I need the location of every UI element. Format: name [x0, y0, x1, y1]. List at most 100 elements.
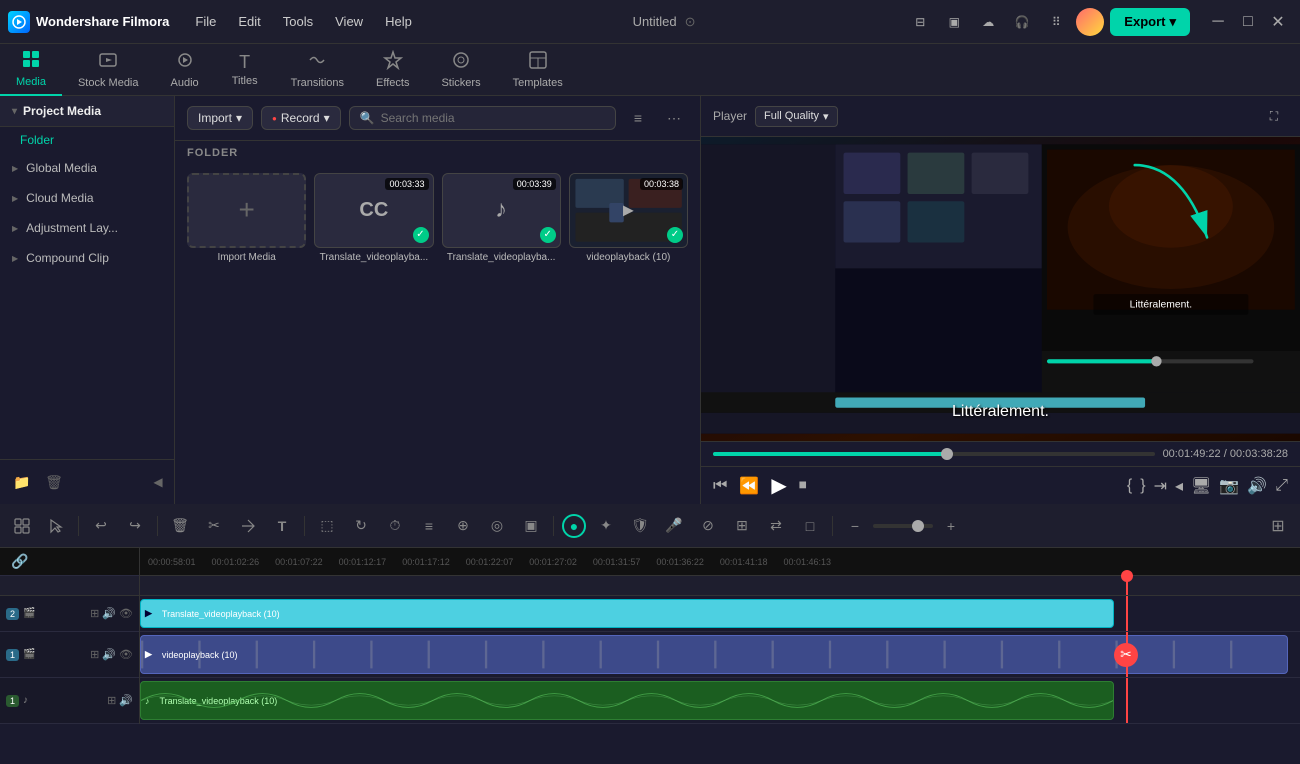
rewind-button[interactable]: ⏮: [713, 477, 727, 495]
tl-effects-icon[interactable]: ✦: [592, 512, 620, 540]
tl-mic-icon[interactable]: 🎤: [660, 512, 688, 540]
maximize-button[interactable]: □: [1234, 8, 1262, 36]
tl-grid-icon[interactable]: [8, 512, 36, 540]
tab-stickers[interactable]: Stickers: [425, 44, 496, 96]
track-eye-icon-2[interactable]: 👁: [119, 607, 133, 620]
sidebar-item-cloud-media[interactable]: ▶ Cloud Media: [0, 183, 174, 213]
sidebar-folder[interactable]: Folder: [0, 127, 174, 153]
tl-swap-icon[interactable]: ⇄: [762, 512, 790, 540]
tl-speed-icon[interactable]: ⏱: [381, 512, 409, 540]
cloud-icon[interactable]: ☁: [974, 8, 1002, 36]
tl-clip-icon[interactable]: ⊘: [694, 512, 722, 540]
sidebar-item-adjustment-layer[interactable]: ▶ Adjustment Lay...: [0, 213, 174, 243]
sidebar-item-global-media[interactable]: ▶ Global Media: [0, 153, 174, 183]
film-icon[interactable]: ▣: [940, 8, 968, 36]
tl-track-icon[interactable]: ⊞: [728, 512, 756, 540]
chain-link-icon[interactable]: 🔗: [6, 548, 34, 576]
progress-thumb[interactable]: [941, 448, 953, 460]
menu-file[interactable]: File: [185, 10, 226, 33]
track-number-audio1: 1: [6, 695, 19, 707]
mark-out-icon[interactable]: }: [1140, 477, 1145, 495]
menu-edit[interactable]: Edit: [228, 10, 270, 33]
import-media-item[interactable]: + Import Media: [187, 173, 306, 263]
zoom-slider[interactable]: [873, 524, 933, 528]
tab-transitions[interactable]: Transitions: [275, 44, 360, 96]
tl-delete-icon[interactable]: 🗑: [166, 512, 194, 540]
menu-help[interactable]: Help: [375, 10, 422, 33]
search-input[interactable]: [381, 111, 605, 125]
sidebar-header: ▾ Project Media: [0, 96, 174, 127]
minimize-button[interactable]: ─: [1204, 8, 1232, 36]
add-marker-icon[interactable]: ⇥: [1154, 476, 1167, 496]
menu-view[interactable]: View: [325, 10, 373, 33]
tl-captions-icon[interactable]: □: [796, 512, 824, 540]
tl-trim-icon[interactable]: [234, 512, 262, 540]
zoom-in-icon[interactable]: +: [937, 512, 965, 540]
export-button[interactable]: Export ▾: [1110, 8, 1190, 36]
tl-playhead-toggle[interactable]: ●: [562, 514, 586, 538]
volume-icon[interactable]: 🔊: [1247, 476, 1267, 496]
screen-icon[interactable]: 🖥: [1191, 476, 1211, 496]
tl-ai-icon[interactable]: ⊕: [449, 512, 477, 540]
tab-audio[interactable]: Audio: [155, 44, 215, 96]
tl-redo-icon[interactable]: ↪: [121, 512, 149, 540]
import-button[interactable]: Import ▾: [187, 106, 253, 130]
remove-folder-icon[interactable]: 🗑: [40, 468, 68, 496]
tab-media[interactable]: Media: [0, 44, 62, 96]
track-icon-a2[interactable]: 🔊: [119, 694, 133, 707]
tl-split-icon[interactable]: ✂: [200, 512, 228, 540]
tl-shield-icon[interactable]: 🛡: [626, 512, 654, 540]
track-icon-a1[interactable]: ⊞: [107, 694, 116, 707]
user-avatar[interactable]: [1076, 8, 1104, 36]
progress-bar[interactable]: [713, 452, 1155, 456]
tl-text-icon[interactable]: T: [268, 512, 296, 540]
tab-effects[interactable]: Effects: [360, 44, 425, 96]
frame-back-button[interactable]: ⏪: [739, 476, 759, 496]
monitor-icon[interactable]: ⊟: [906, 8, 934, 36]
tl-undo-icon[interactable]: ↩: [87, 512, 115, 540]
close-button[interactable]: ✕: [1264, 8, 1292, 36]
track-icon-1a[interactable]: ⊞: [90, 648, 99, 661]
media-item-2[interactable]: ♪ 00:03:39 ✓ Translate_videoplayba...: [442, 173, 561, 263]
track-icon-2b[interactable]: 🔊: [102, 607, 116, 620]
clip-translate-audio[interactable]: ♪ Translate_videoplayback (10): [140, 681, 1114, 720]
tl-rotate-icon[interactable]: ↻: [347, 512, 375, 540]
play-button[interactable]: ▶: [771, 473, 786, 498]
track-icon-1b[interactable]: 🔊: [102, 648, 116, 661]
tl-crop-icon[interactable]: ⬚: [313, 512, 341, 540]
track-icon-2a[interactable]: ⊞: [90, 607, 99, 620]
track-row-video1: ▶ videoplayback (10): [140, 632, 1300, 678]
tab-titles[interactable]: T Titles: [215, 44, 275, 96]
expand-icon[interactable]: ⤢: [1275, 477, 1288, 495]
stop-button[interactable]: ⏹: [799, 477, 807, 495]
mark-in-icon[interactable]: {: [1127, 477, 1132, 495]
media-item-1[interactable]: CC 00:03:33 ✓ Translate_videoplayba...: [314, 173, 433, 263]
clip-translate-video2[interactable]: ▶ Translate_videoplayback (10): [140, 599, 1114, 628]
sidebar-collapse-icon[interactable]: ◀: [150, 468, 166, 496]
tab-templates[interactable]: Templates: [497, 44, 579, 96]
cut-button[interactable]: ✂: [1114, 643, 1138, 667]
chevron-left-icon[interactable]: ◂: [1175, 476, 1183, 496]
tl-color-icon[interactable]: ≡: [415, 512, 443, 540]
record-button[interactable]: ● Record ▾: [261, 106, 341, 130]
quality-select[interactable]: Full Quality ▾: [755, 106, 838, 127]
track-eye-icon-1[interactable]: 👁: [119, 648, 133, 661]
tl-mask-icon[interactable]: ▣: [517, 512, 545, 540]
filter-icon[interactable]: ≡: [624, 104, 652, 132]
media-item-3[interactable]: 00:03:38 ✓ ▶ videoplayback (10): [569, 173, 688, 263]
fullscreen-icon[interactable]: ⛶: [1260, 102, 1288, 130]
sidebar-item-compound-clip[interactable]: ▶ Compound Clip: [0, 243, 174, 273]
more-options-icon[interactable]: ⋯: [660, 104, 688, 132]
toolbar: Media Stock Media Audio T Titles Transit…: [0, 44, 1300, 96]
dots-icon[interactable]: ⠿: [1042, 8, 1070, 36]
zoom-out-icon[interactable]: −: [841, 512, 869, 540]
tab-stock-media[interactable]: Stock Media: [62, 44, 155, 96]
snapshot-icon[interactable]: 📷: [1219, 476, 1239, 496]
player-subtitle: Littéralement.: [952, 403, 1049, 421]
tl-motion-icon[interactable]: ◎: [483, 512, 511, 540]
headphone-icon[interactable]: 🎧: [1008, 8, 1036, 36]
tl-select-icon[interactable]: [42, 512, 70, 540]
add-folder-icon[interactable]: 📁: [8, 468, 36, 496]
tl-view-toggle[interactable]: ⊞: [1264, 512, 1292, 540]
menu-tools[interactable]: Tools: [273, 10, 323, 33]
